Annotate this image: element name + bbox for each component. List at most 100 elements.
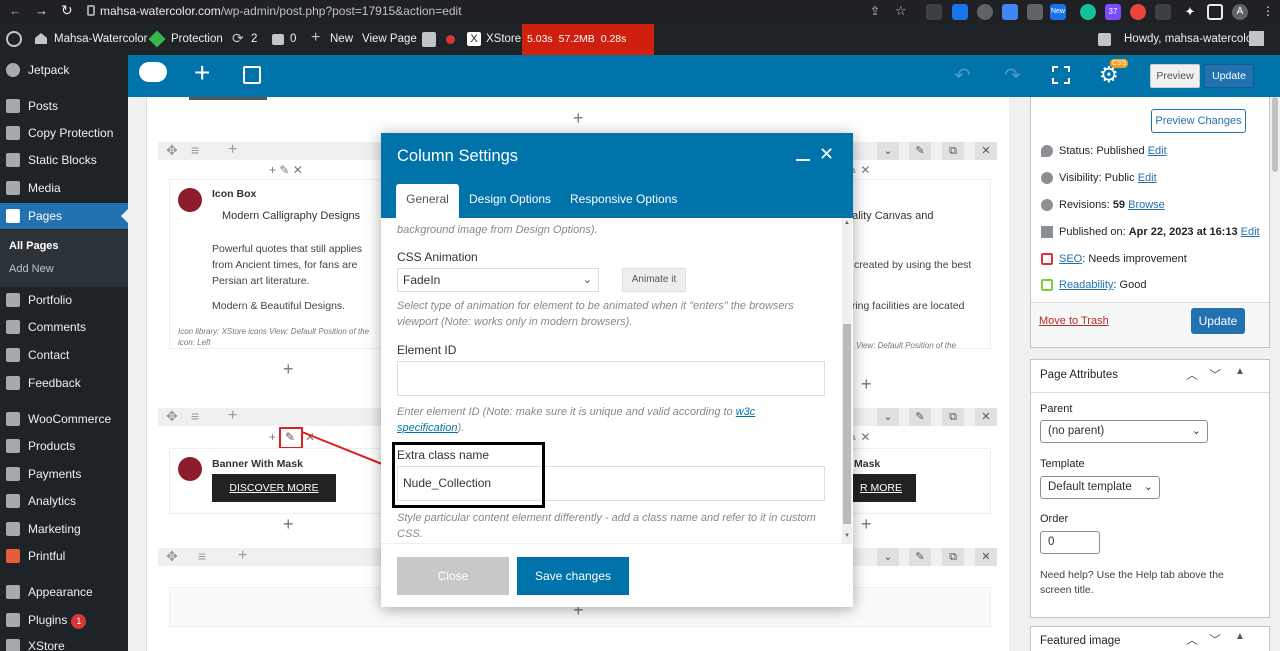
save-changes-button[interactable]: Save changes xyxy=(517,557,629,595)
collapse-triangle-icon[interactable]: ▲ xyxy=(1235,631,1245,642)
animate-it-button[interactable]: Animate it xyxy=(622,268,686,292)
sidebar-item-woocommerce[interactable]: WooCommerce xyxy=(0,406,128,432)
row-edit-pencil-icon[interactable]: ✎ xyxy=(909,142,931,160)
preview-button[interactable]: Preview xyxy=(1150,64,1200,88)
template-select[interactable]: Default template ⌄ xyxy=(1040,476,1160,499)
sidebar-item-portfolio[interactable]: Portfolio xyxy=(0,287,128,313)
sidebar-item-contact[interactable]: Contact xyxy=(0,342,128,368)
chevron-down-icon[interactable]: ﹀ xyxy=(1209,366,1221,383)
browse-revisions-link[interactable]: Browse xyxy=(1128,199,1165,211)
preview-changes-button[interactable]: Preview Changes xyxy=(1151,109,1246,133)
user-avatar[interactable] xyxy=(1249,31,1264,46)
row-delete-icon[interactable]: ✕ xyxy=(975,408,997,426)
tab-general[interactable]: General xyxy=(396,184,459,218)
collapse-triangle-icon[interactable]: ▲ xyxy=(1235,366,1245,377)
sidebar-item-static-blocks[interactable]: Static Blocks xyxy=(0,147,128,173)
bookmark-star-icon[interactable]: ☆ xyxy=(895,3,907,19)
row-add-plus-icon[interactable]: + xyxy=(228,408,237,424)
close-icon[interactable]: ✕ xyxy=(819,144,834,165)
new-content-link[interactable]: New xyxy=(330,33,353,45)
sidebar-item-analytics[interactable]: Analytics xyxy=(0,488,128,514)
sidebar-item-comments[interactable]: Comments xyxy=(0,314,128,340)
tab-design-options[interactable]: Design Options xyxy=(469,184,551,218)
row-move-icon[interactable]: ✥ xyxy=(166,409,178,423)
profile-avatar[interactable]: A xyxy=(1232,4,1248,20)
templates-icon[interactable] xyxy=(243,66,261,84)
row-toggle-icon[interactable]: ⌄ xyxy=(877,548,899,566)
read-more-button[interactable]: R MORE xyxy=(846,474,916,502)
column-add-plus-icon[interactable]: + xyxy=(269,430,276,444)
row-toggle-icon[interactable]: ⌄ xyxy=(877,142,899,160)
row-layout-icon[interactable]: ≡ xyxy=(191,143,199,157)
element-id-input[interactable] xyxy=(397,361,825,396)
row-clone-icon[interactable]: ⧉ xyxy=(942,548,964,566)
add-row-plus-icon[interactable]: + xyxy=(573,109,584,127)
sidebar-item-jetpack[interactable]: Jetpack xyxy=(0,57,128,83)
close-button[interactable]: Close xyxy=(397,557,509,595)
scrollbar-thumb[interactable] xyxy=(843,324,851,524)
page-scrollbar[interactable] xyxy=(1270,97,1280,651)
extension-doc-icon[interactable] xyxy=(952,4,968,20)
add-element-right-plus-icon[interactable]: + xyxy=(861,375,872,393)
page-scrollbar-thumb[interactable] xyxy=(1272,97,1278,172)
builder-update-button[interactable]: Update xyxy=(1204,64,1254,88)
sidebar-item-plugins[interactable]: Plugins 1 xyxy=(0,607,128,633)
sidebar-item-products[interactable]: Products xyxy=(0,433,128,459)
extension-icon[interactable] xyxy=(926,4,942,20)
edit-visibility-link[interactable]: Edit xyxy=(1138,172,1157,184)
fullscreen-icon[interactable] xyxy=(1052,66,1070,84)
extension-dark-icon[interactable] xyxy=(1155,4,1171,20)
row-delete-icon[interactable]: ✕ xyxy=(975,548,997,566)
submenu-all-pages[interactable]: All Pages xyxy=(9,240,59,252)
sidebar-item-feedback[interactable]: Feedback xyxy=(0,370,128,396)
sidebar-item-appearance[interactable]: Appearance xyxy=(0,579,128,605)
minimize-icon[interactable] xyxy=(796,159,810,161)
sidebar-item-printful[interactable]: Printful xyxy=(0,543,128,569)
address-bar[interactable]: mahsa-watercolor.com/wp-admin/post.php?p… xyxy=(100,4,462,18)
column-controls-icon[interactable]: + ✎ ✕ xyxy=(269,163,303,177)
reload-icon[interactable]: ↻ xyxy=(61,2,73,19)
chevron-up-icon[interactable]: ︿ xyxy=(1186,366,1198,383)
sidebar-item-payments[interactable]: Payments xyxy=(0,461,128,487)
site-name-link[interactable]: Mahsa-Watercolor xyxy=(54,33,148,45)
howdy-user-link[interactable]: Howdy, mahsa-watercolor xyxy=(1124,33,1256,45)
sidebar-item-xstore[interactable]: XStore xyxy=(0,633,128,651)
extension-camera-icon[interactable] xyxy=(1027,4,1043,20)
puzzle-icon[interactable]: ✦ xyxy=(1182,4,1198,20)
modal-scrollbar[interactable]: ▲ ▼ xyxy=(842,218,852,543)
comments-count[interactable]: 0 xyxy=(290,33,296,45)
sidebar-item-posts[interactable]: Posts xyxy=(0,93,128,119)
yoast-icon[interactable] xyxy=(422,32,436,47)
discover-more-button[interactable]: DISCOVER MORE xyxy=(212,474,336,502)
edit-status-link[interactable]: Edit xyxy=(1148,145,1167,157)
row-add-plus-icon[interactable]: + xyxy=(238,548,247,564)
row-move-icon[interactable]: ✥ xyxy=(166,549,178,563)
sidebar-item-media[interactable]: Media xyxy=(0,175,128,201)
extension-red-icon[interactable] xyxy=(1130,4,1146,20)
redo-icon[interactable]: ↷ xyxy=(1004,63,1021,88)
forward-icon[interactable]: → xyxy=(35,3,48,18)
sidebar-item-copy-protection[interactable]: Copy Protection xyxy=(0,120,128,146)
row-delete-icon[interactable]: ✕ xyxy=(975,142,997,160)
chat-icon[interactable] xyxy=(1098,33,1111,46)
edit-date-link[interactable]: Edit xyxy=(1241,226,1260,238)
xstore-link[interactable]: XStore xyxy=(486,33,521,45)
tab-responsive-options[interactable]: Responsive Options xyxy=(570,184,677,218)
submenu-add-new[interactable]: Add New xyxy=(9,263,54,275)
query-monitor-stats[interactable]: 5.03s 57.2MB 0.28s 449Q xyxy=(522,24,654,76)
sidebar-item-marketing[interactable]: Marketing xyxy=(0,516,128,542)
parent-select[interactable]: (no parent) ⌄ xyxy=(1040,420,1208,443)
chevron-up-icon[interactable]: ︿ xyxy=(1186,631,1198,648)
undo-icon[interactable]: ↶ xyxy=(954,63,971,88)
protection-link[interactable]: Protection xyxy=(171,33,223,45)
add-element-plus-icon[interactable]: + xyxy=(194,58,210,88)
row-layout-icon[interactable]: ≡ xyxy=(198,549,206,563)
row-toggle-icon[interactable]: ⌄ xyxy=(877,408,899,426)
extension-badge-icon[interactable]: 37 xyxy=(1105,4,1121,20)
extension-translate-icon[interactable] xyxy=(1002,4,1018,20)
updates-count[interactable]: 2 xyxy=(251,33,257,45)
row-clone-icon[interactable]: ⧉ xyxy=(942,142,964,160)
move-to-trash-link[interactable]: Move to Trash xyxy=(1039,315,1109,327)
update-button[interactable]: Update xyxy=(1191,308,1245,334)
seo-link[interactable]: SEO xyxy=(1059,253,1082,265)
